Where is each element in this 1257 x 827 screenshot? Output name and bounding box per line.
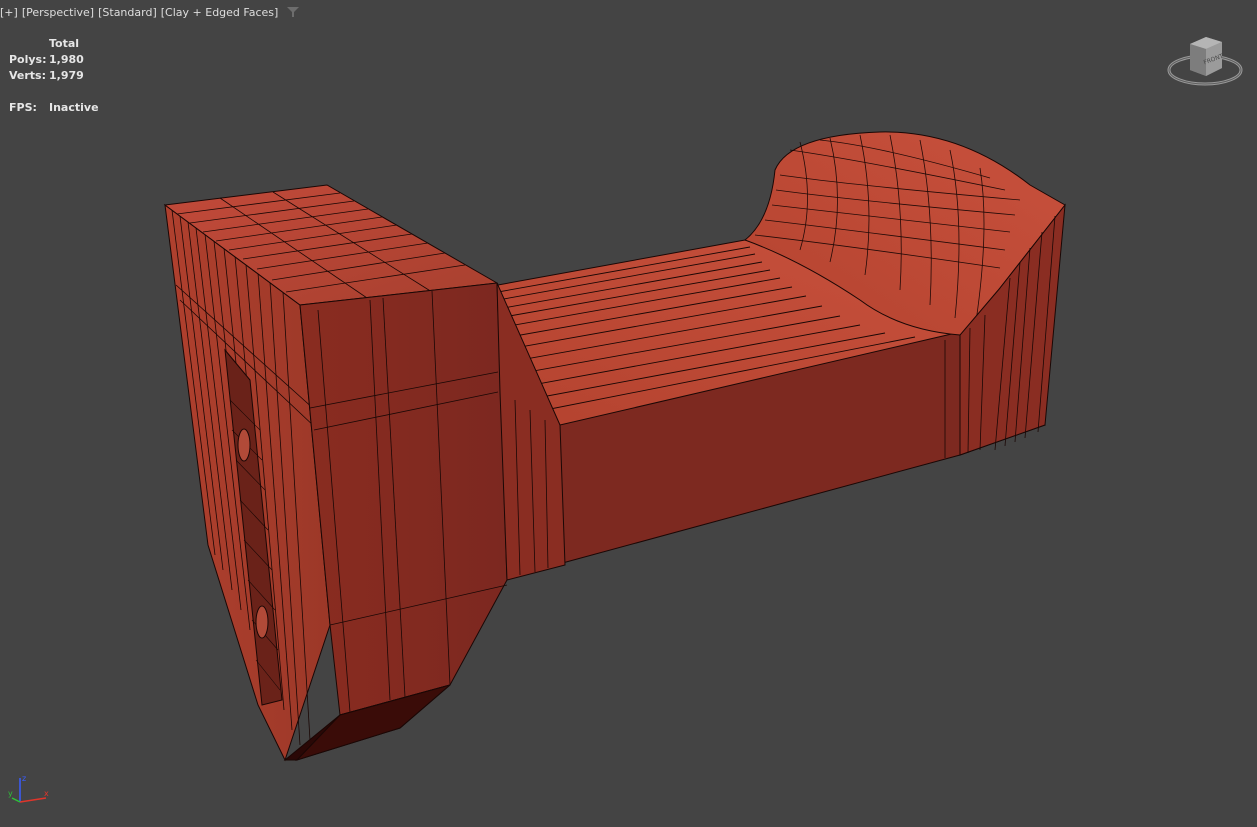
viewcube-icon[interactable]: FRONT — [1166, 32, 1244, 90]
axis-tripod-icon: z x y — [8, 774, 49, 803]
fps-label: FPS: — [9, 101, 37, 114]
viewport-menu-plus[interactable]: [+] — [0, 6, 18, 19]
axis-y-label: y — [8, 789, 13, 798]
axis-x-label: x — [44, 789, 49, 798]
viewport-menu-pov[interactable]: [Perspective] — [22, 6, 94, 19]
slot-hole-top — [237, 428, 251, 462]
scene-statistics: Total Polys: 1,980 Verts: 1,979 FPS: Inacti… — [9, 36, 99, 116]
fps-value: Inactive — [49, 101, 99, 114]
viewport-menu-display-mode[interactable]: [Clay + Edged Faces] — [161, 6, 279, 19]
verts-value: 1,979 — [49, 69, 84, 82]
polys-label: Polys: — [9, 53, 47, 66]
perspective-viewport[interactable]: [+] [Perspective] [Standard] [Clay + Edg… — [0, 0, 1257, 827]
slot-hole-bottom — [255, 605, 269, 639]
viewport-label-bar: [+] [Perspective] [Standard] [Clay + Edg… — [0, 4, 300, 20]
verts-label: Verts: — [9, 69, 47, 82]
head-front-face — [299, 282, 508, 716]
viewport-menu-shading-standard[interactable]: [Standard] — [98, 6, 157, 19]
axis-z-label: z — [22, 774, 26, 783]
stats-header: Total — [49, 37, 80, 50]
filter-icon[interactable] — [286, 6, 300, 18]
polys-value: 1,980 — [49, 53, 84, 66]
model-render[interactable] — [0, 0, 1257, 827]
